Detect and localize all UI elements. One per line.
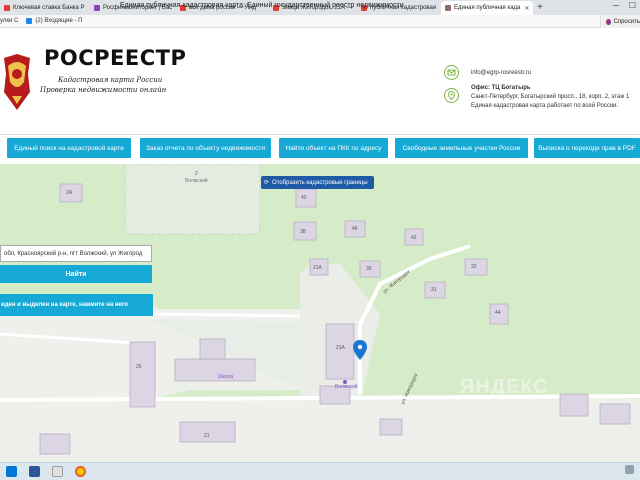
coat-of-arms-icon [4,54,30,110]
place-label: Волжский [185,178,208,184]
taskbar [0,462,640,480]
window-controls: ─ ☐ [613,1,636,10]
logo-title[interactable]: РОСРЕЕСТР [44,46,186,70]
new-tab-button[interactable]: + [533,2,547,13]
minimize-icon[interactable]: ─ [613,1,619,10]
building-number: 21А [336,345,345,351]
office-info: Офис: ТЦ Богатырь Санкт-Петербург, Богат… [471,84,629,111]
building-number: 30 [366,266,372,272]
building-number: 32 [471,264,477,270]
building-number: 38 [300,229,306,235]
building-number: 31 [431,287,437,293]
window-title: Единая публичная кадастровая карта: Един… [120,2,404,9]
place-label: Волжский [335,384,358,390]
nav-transfer-extract-button[interactable]: Выписка о переходе прав в PDF [534,138,640,158]
find-button[interactable]: Найти [0,265,152,283]
tab-favicon-icon [445,5,451,11]
word-icon[interactable] [29,466,40,477]
email-icon [444,65,459,80]
bookmark-item[interactable]: улки С [0,18,18,24]
windows-start-icon[interactable] [6,466,17,477]
tab-favicon-icon [94,4,100,11]
system-tray-icon[interactable] [625,465,634,474]
nav-find-by-address-button[interactable]: Найти объект на ПКК по адресу [279,138,388,158]
mail-icon [26,18,33,24]
bookmark-label: улки С [0,18,19,24]
office-label: Офис: ТЦ Богатырь [471,85,531,91]
building-number: 21 [204,433,210,439]
bookmark-item[interactable]: (2) Входящие - П [26,18,82,24]
nav-unified-search-button[interactable]: Единый поиск на кадастровой карте [7,138,131,158]
nav-order-report-button[interactable]: Заказ отчета по объекту недвижимости [140,138,271,158]
building-number: 21А [313,265,322,271]
building-number: 46 [352,226,358,232]
browser-tab[interactable]: Ключевая ставка Банка Р [0,1,90,14]
logo-subtitle: Кадастровая карта России Проверка недвиж… [40,75,166,95]
logo-subtitle-line2: Проверка недвижимости онлайн [40,86,167,94]
browser-tab-active[interactable]: Единая публичная када ✕ [441,1,533,15]
map-watermark: ЯНДЕКС [460,376,549,398]
office-address: Санкт-Петербург, Богатырский просп., 18,… [471,94,630,100]
nav-free-land-button[interactable]: Свободные земельные участки России [395,138,528,158]
school-label: Школа [218,374,234,380]
road-inner [149,312,301,318]
building-number: 2А [66,190,73,196]
address-input[interactable]: обл, Красноярский р-н, пгт Волжский, ул … [0,245,152,262]
industrial-zone [124,164,261,235]
tab-favicon-icon [4,4,10,11]
yandex-browser-icon[interactable] [75,466,86,477]
show-borders-label: Отобразить кадастровые границы [272,179,368,186]
bookmark-label: (2) Входящие - П [35,18,83,24]
maximize-icon[interactable]: ☐ [629,1,636,10]
building-number: 26 [136,364,142,370]
south-area [0,396,640,466]
bookmarks-bar: улки С (2) Входящие - П Единая публичная… [0,2,640,28]
building-number: 40 [301,195,307,201]
building-number: 42 [411,235,417,241]
email-link[interactable]: info@egrp-rosreestr.ru [471,69,531,78]
ask-button[interactable]: Спросить [600,15,640,28]
ask-label: Спросить [613,18,640,25]
refresh-icon: ⟳ [264,180,270,186]
logo-subtitle-line1: Кадастровая карта России [58,76,163,84]
ask-icon [606,18,611,25]
tab-label: Единая публичная када [454,5,521,11]
coverage-note: Единая кадастровая карта работает по все… [471,103,619,109]
app-icon[interactable] [52,466,63,477]
main-nav: Единый поиск на кадастровой карте Заказ … [0,134,640,164]
show-borders-button[interactable]: ⟳ Отобразить кадастровые границы [261,176,374,189]
tab-label: Ключевая ставка Банка Р [13,4,85,11]
location-icon [444,88,459,103]
search-hint: иден и выделен на карте, нажмите на него [0,294,153,316]
building-number: 2 [195,171,198,177]
close-tab-icon[interactable]: ✕ [524,5,529,12]
building-number: 44 [495,310,501,316]
